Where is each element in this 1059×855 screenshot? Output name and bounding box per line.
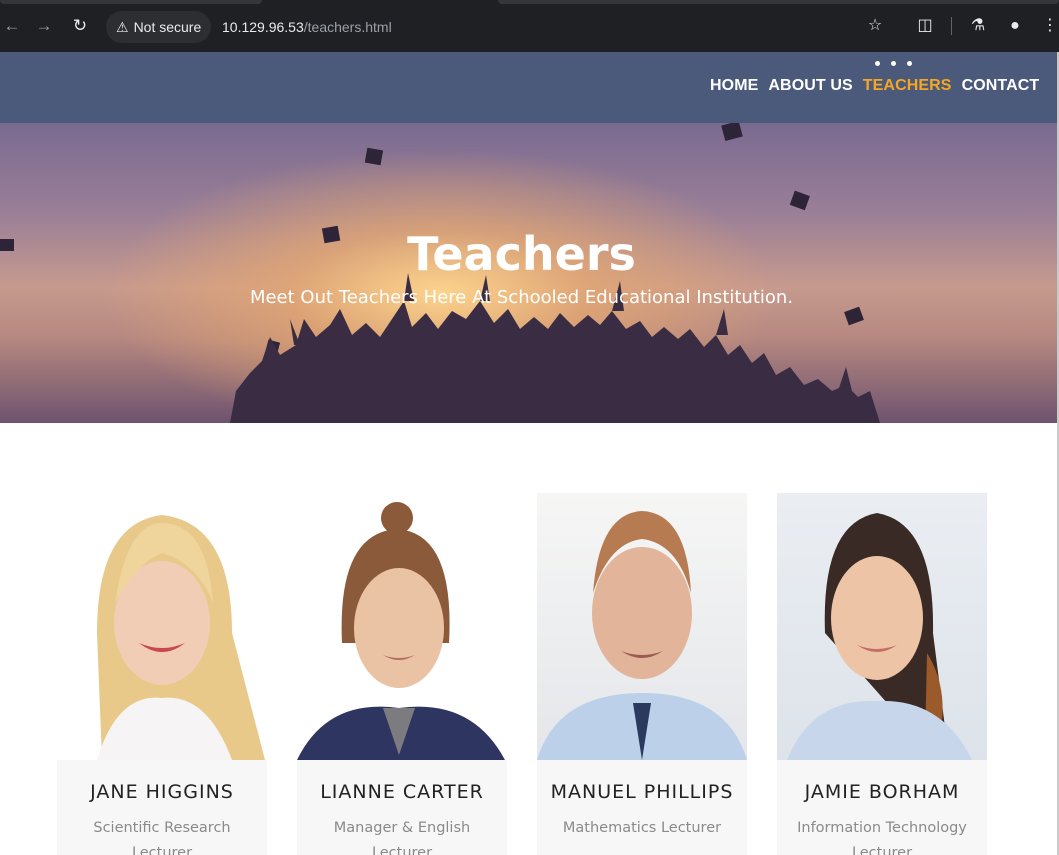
teacher-role: Scientific Research Lecturer xyxy=(93,820,231,855)
toolbar-divider xyxy=(951,17,952,35)
teacher-name: JANE HIGGINS xyxy=(90,781,234,803)
warning-icon: ⚠ xyxy=(116,19,129,35)
teacher-name: JAMIE BORHAM xyxy=(804,781,960,803)
nav-teachers[interactable]: TEACHERS xyxy=(863,77,952,95)
star-icon[interactable]: ☆ xyxy=(863,14,887,38)
teacher-photo xyxy=(777,493,987,760)
nav-contact[interactable]: CONTACT xyxy=(962,77,1040,95)
url-host: 10.129.96.53 xyxy=(222,19,304,35)
teacher-photo xyxy=(297,493,507,760)
nav-home[interactable]: HOME xyxy=(710,77,758,95)
teacher-role: Manager & English Lecturer xyxy=(333,820,471,855)
page-subtitle: Meet Out Teachers Here At Schooled Educa… xyxy=(249,287,794,308)
teacher-info: JANE HIGGINS Scientific Research Lecture… xyxy=(57,760,267,855)
teacher-photo xyxy=(537,493,747,760)
teacher-card: LIANNE CARTER Manager & English Lecturer xyxy=(297,493,507,855)
main-nav: HOME ABOUT US TEACHERS CONTACT xyxy=(710,77,1039,95)
url-text[interactable]: 10.129.96.53/teachers.html xyxy=(222,11,392,43)
teacher-role: Information Technology Lecturer xyxy=(797,820,967,855)
profile-icon[interactable]: ● xyxy=(1003,14,1027,38)
teacher-name: LIANNE CARTER xyxy=(320,781,484,803)
security-chip[interactable]: ⚠ Not secure xyxy=(106,11,212,43)
address-bar[interactable]: ⚠ Not secure 10.129.96.53/teachers.html xyxy=(106,11,942,43)
menu-icon[interactable]: ⋮ xyxy=(1038,14,1059,38)
teacher-info: MANUEL PHILLIPS Mathematics Lecturer xyxy=(537,760,747,855)
teacher-card: MANUEL PHILLIPS Mathematics Lecturer xyxy=(537,493,747,855)
extensions-icon[interactable]: ◫ xyxy=(913,14,937,38)
security-label: Not secure xyxy=(133,19,202,35)
nav-indicator-dots xyxy=(875,61,912,66)
hero-banner: Teachers Meet Out Teachers Here At Schoo… xyxy=(0,123,1059,423)
tab-edge xyxy=(498,0,1059,4)
site-header: HOME ABOUT US TEACHERS CONTACT xyxy=(0,52,1059,123)
back-icon[interactable]: ← xyxy=(0,14,24,38)
browser-toolbar: ← → ↻ ⚠ Not secure 10.129.96.53/teachers… xyxy=(0,0,1059,52)
page-title: Teachers xyxy=(407,227,636,281)
teacher-info: LIANNE CARTER Manager & English Lecturer xyxy=(297,760,507,855)
teacher-name: MANUEL PHILLIPS xyxy=(550,781,734,803)
teacher-role: Mathematics Lecturer xyxy=(562,820,722,836)
forward-icon[interactable]: → xyxy=(32,14,56,38)
teacher-info: JAMIE BORHAM Information Technology Lect… xyxy=(777,760,987,855)
reload-icon[interactable]: ↻ xyxy=(68,14,92,38)
labs-icon[interactable]: ⚗ xyxy=(966,14,990,38)
teacher-photo xyxy=(57,493,267,760)
teacher-card: JANE HIGGINS Scientific Research Lecture… xyxy=(57,493,267,855)
nav-about-us[interactable]: ABOUT US xyxy=(768,77,852,95)
teacher-card: JAMIE BORHAM Information Technology Lect… xyxy=(777,493,987,855)
tab-edge xyxy=(0,0,262,4)
url-path: /teachers.html xyxy=(303,19,392,35)
